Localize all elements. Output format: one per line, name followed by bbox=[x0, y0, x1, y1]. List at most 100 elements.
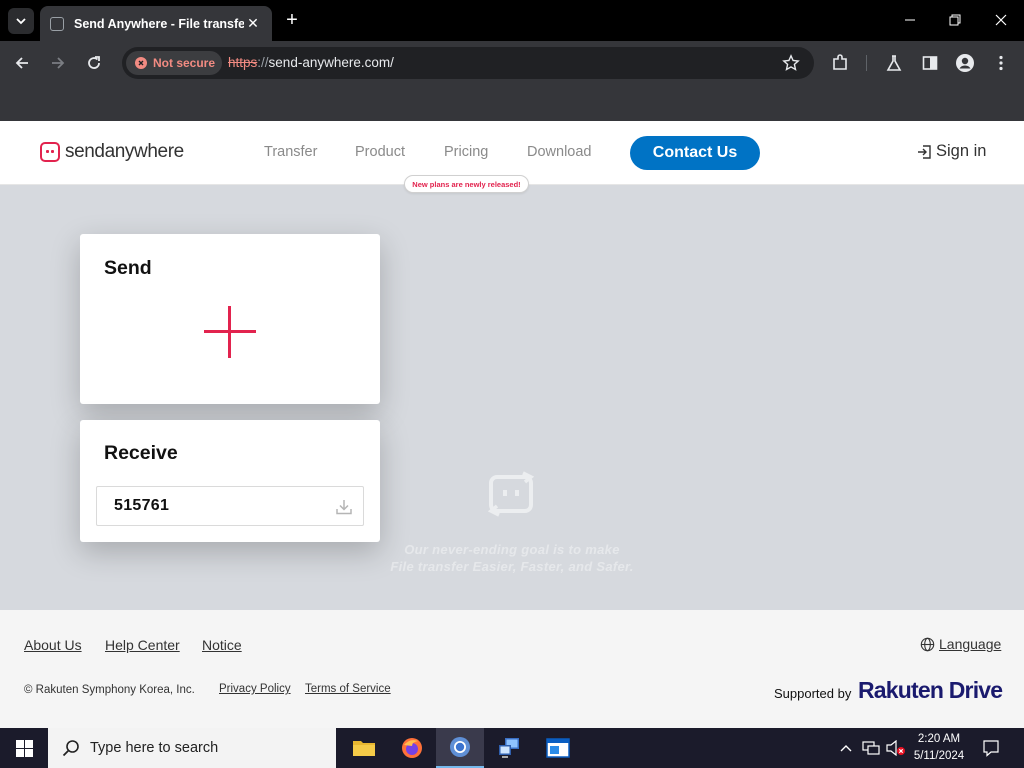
puzzle-icon bbox=[833, 54, 847, 70]
extensions-button[interactable] bbox=[830, 53, 850, 73]
site-footer: About Us Help Center Notice Language © R… bbox=[0, 610, 1024, 728]
new-tab-button[interactable]: + bbox=[282, 9, 302, 31]
browser-menu-button[interactable] bbox=[991, 53, 1011, 73]
taskbar-search-box[interactable]: Type here to search bbox=[48, 728, 336, 768]
sign-in-link[interactable]: Sign in bbox=[916, 142, 986, 161]
favicon-icon bbox=[50, 16, 64, 31]
side-panel-button[interactable] bbox=[920, 53, 940, 73]
reload-icon bbox=[88, 56, 100, 69]
taskbar-file-explorer[interactable] bbox=[340, 728, 388, 768]
clock-time: 2:20 AM bbox=[917, 733, 961, 745]
nav-transfer[interactable]: Transfer bbox=[264, 144, 317, 160]
forward-button[interactable] bbox=[46, 51, 70, 75]
arrow-left-icon bbox=[15, 57, 28, 69]
back-button[interactable] bbox=[10, 51, 34, 75]
application-window-icon bbox=[546, 738, 570, 758]
taskbar-network-app[interactable] bbox=[485, 728, 533, 768]
receive-title: Receive bbox=[104, 442, 178, 464]
avatar-icon bbox=[956, 54, 974, 72]
contact-us-button[interactable]: Contact Us bbox=[630, 136, 760, 170]
footer-help-center[interactable]: Help Center bbox=[105, 637, 180, 653]
url-scheme: https bbox=[228, 55, 258, 70]
more-vertical-icon bbox=[999, 55, 1003, 71]
system-clock[interactable]: 2:20 AM 5/11/2024 bbox=[908, 731, 970, 765]
nav-product[interactable]: Product bbox=[355, 144, 405, 160]
start-button[interactable] bbox=[0, 728, 48, 768]
labs-button[interactable] bbox=[884, 53, 904, 73]
taskbar-chrome[interactable] bbox=[436, 728, 484, 768]
folder-icon bbox=[353, 741, 375, 756]
url-text[interactable]: https://send-anywhere.com/ bbox=[228, 55, 394, 70]
side-panel-icon bbox=[922, 56, 938, 70]
url-host: send-anywhere.com/ bbox=[268, 55, 394, 70]
search-icon bbox=[62, 740, 79, 757]
copyright-text: © Rakuten Symphony Korea, Inc. bbox=[24, 684, 195, 696]
rakuten-wordmark: Rakuten bbox=[858, 677, 944, 703]
not-secure-label: Not secure bbox=[153, 56, 216, 70]
send-card: Send bbox=[80, 234, 380, 404]
browser-toolbar: Not secure https://send-anywhere.com/ bbox=[0, 41, 1024, 85]
add-file-plus-icon[interactable] bbox=[204, 306, 256, 358]
web-page: sendanywhere Transfer Product Pricing Do… bbox=[0, 121, 1024, 728]
download-icon[interactable] bbox=[335, 498, 353, 516]
browser-tab[interactable]: Send Anywhere - File transfer ✕ bbox=[40, 6, 272, 41]
url-separator: :// bbox=[257, 55, 269, 70]
toolbar-divider bbox=[866, 55, 867, 71]
footer-notice[interactable]: Notice bbox=[202, 637, 242, 653]
hero-tagline-1: Our never-ending goal is to make bbox=[404, 542, 620, 557]
reload-button[interactable] bbox=[82, 51, 106, 75]
windows-logo-icon bbox=[15, 739, 33, 757]
terms-of-service-link[interactable]: Terms of Service bbox=[305, 683, 391, 695]
taskbar-firefox[interactable] bbox=[388, 728, 436, 768]
search-placeholder: Type here to search bbox=[90, 740, 219, 756]
receive-key-input[interactable]: 515761 bbox=[96, 486, 364, 526]
hero-area: Our never-ending goal is to make File tr… bbox=[0, 185, 1024, 610]
chevron-up-icon[interactable] bbox=[839, 742, 853, 754]
logo-icon bbox=[40, 142, 60, 162]
minimize-button[interactable] bbox=[895, 8, 925, 32]
network-computer-icon bbox=[499, 738, 519, 758]
arrow-right-icon bbox=[52, 57, 65, 69]
close-window-button[interactable] bbox=[986, 8, 1016, 32]
tab-title: Send Anywhere - File transfer bbox=[74, 16, 244, 31]
footer-about-us[interactable]: About Us bbox=[24, 637, 82, 653]
profile-button[interactable] bbox=[955, 53, 975, 73]
windows-taskbar: Type here to search 2:20 AM 5/11/2024 bbox=[0, 728, 1024, 768]
flask-icon bbox=[886, 55, 902, 71]
chevron-down-icon bbox=[16, 18, 26, 25]
watermark-logo-icon bbox=[487, 471, 535, 517]
privacy-policy-link[interactable]: Privacy Policy bbox=[219, 683, 291, 695]
site-info-chip[interactable]: Not secure bbox=[126, 51, 222, 75]
clock-date: 5/11/2024 bbox=[913, 750, 965, 762]
chrome-icon bbox=[450, 737, 470, 757]
tab-close-button[interactable]: ✕ bbox=[244, 15, 262, 32]
address-bar[interactable]: Not secure https://send-anywhere.com/ bbox=[122, 47, 814, 79]
receive-card: Receive 515761 bbox=[80, 420, 380, 542]
receive-key-value: 515761 bbox=[114, 497, 170, 514]
logo-text: sendanywhere bbox=[65, 141, 184, 162]
language-selector[interactable]: Language bbox=[920, 636, 1001, 652]
globe-icon bbox=[920, 637, 935, 651]
firefox-icon bbox=[402, 738, 422, 758]
minimize-icon bbox=[905, 19, 915, 21]
bookmark-star-icon[interactable] bbox=[782, 54, 800, 72]
close-icon bbox=[995, 14, 1007, 26]
supported-by-text: Supported by bbox=[774, 686, 852, 701]
notification-icon[interactable] bbox=[982, 739, 1000, 757]
rakuten-drive-logo[interactable]: Rakuten Drive bbox=[858, 677, 1003, 704]
warning-icon bbox=[135, 57, 147, 69]
language-label: Language bbox=[939, 636, 1002, 652]
sendanywhere-logo[interactable]: sendanywhere bbox=[40, 141, 184, 163]
drive-wordmark: Drive bbox=[948, 677, 1003, 703]
volume-muted-icon[interactable] bbox=[886, 740, 906, 756]
taskbar-window-app[interactable] bbox=[534, 728, 582, 768]
nav-download[interactable]: Download bbox=[527, 144, 592, 160]
tab-search-button[interactable] bbox=[8, 8, 34, 34]
nav-pricing[interactable]: Pricing bbox=[444, 144, 488, 160]
network-icon[interactable] bbox=[862, 740, 880, 756]
bookmarks-bar bbox=[0, 85, 1024, 121]
send-title: Send bbox=[104, 257, 152, 279]
restore-button[interactable] bbox=[940, 8, 970, 32]
pricing-new-plans-badge: New plans are newly released! bbox=[404, 175, 529, 193]
sign-in-icon bbox=[918, 144, 931, 159]
